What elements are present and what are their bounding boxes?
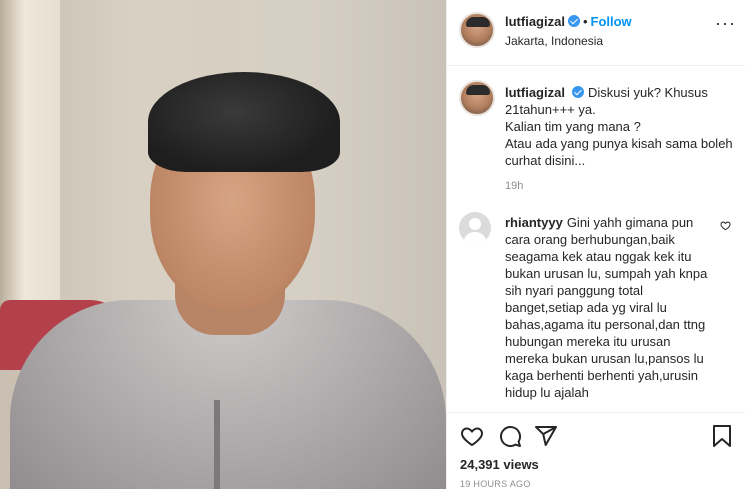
post-video[interactable]	[0, 0, 446, 489]
view-count: 24,391 views	[460, 457, 539, 472]
save-button[interactable]	[709, 423, 735, 449]
video-cap	[148, 72, 340, 172]
caption-text-block: lutfiagizal Diskusi yuk? Khusus 21tahun++…	[505, 84, 737, 169]
dot-separator: •	[582, 14, 588, 29]
comment-text: Gini yahh gimana pun cara orang berhubun…	[505, 215, 708, 400]
share-button[interactable]	[533, 423, 559, 449]
video-doorframe	[0, 0, 60, 340]
more-options-icon[interactable]: ···	[715, 14, 736, 32]
post-location[interactable]: Jakarta, Indonesia	[505, 34, 603, 48]
like-button[interactable]	[459, 423, 485, 449]
comment-text-block: rhiantyyy Gini yahh gimana pun cara orang…	[505, 214, 715, 401]
comment-like-icon[interactable]	[720, 220, 731, 234]
share-icon	[535, 426, 557, 446]
comment-icon	[500, 426, 522, 448]
follow-button[interactable]: Follow	[591, 14, 632, 29]
post-age[interactable]: 19 HOURS AGO	[460, 479, 531, 489]
video-zipper	[214, 400, 220, 489]
verified-badge-icon	[567, 15, 580, 27]
heart-icon	[461, 427, 483, 447]
author-username[interactable]: lutfiagizal	[505, 14, 565, 29]
comment-button[interactable]	[497, 423, 523, 449]
caption-username[interactable]: lutfiagizal	[505, 85, 565, 100]
comment-username[interactable]: rhiantyyy	[505, 215, 563, 230]
caption-avatar[interactable]	[459, 80, 495, 116]
post-sidebar: lutfiagizal • Follow Jakarta, Indonesia ··…	[446, 0, 745, 489]
author-avatar[interactable]	[459, 12, 495, 48]
caption-timestamp[interactable]: 19h	[505, 180, 523, 192]
commenter-avatar[interactable]	[459, 212, 491, 244]
bookmark-icon	[713, 425, 731, 447]
verified-badge-icon	[571, 86, 584, 98]
post-actions: 24,391 views 19 HOURS AGO	[447, 412, 745, 489]
post-header: lutfiagizal • Follow Jakarta, Indonesia ··…	[447, 0, 745, 66]
author-row: lutfiagizal • Follow	[505, 14, 632, 29]
